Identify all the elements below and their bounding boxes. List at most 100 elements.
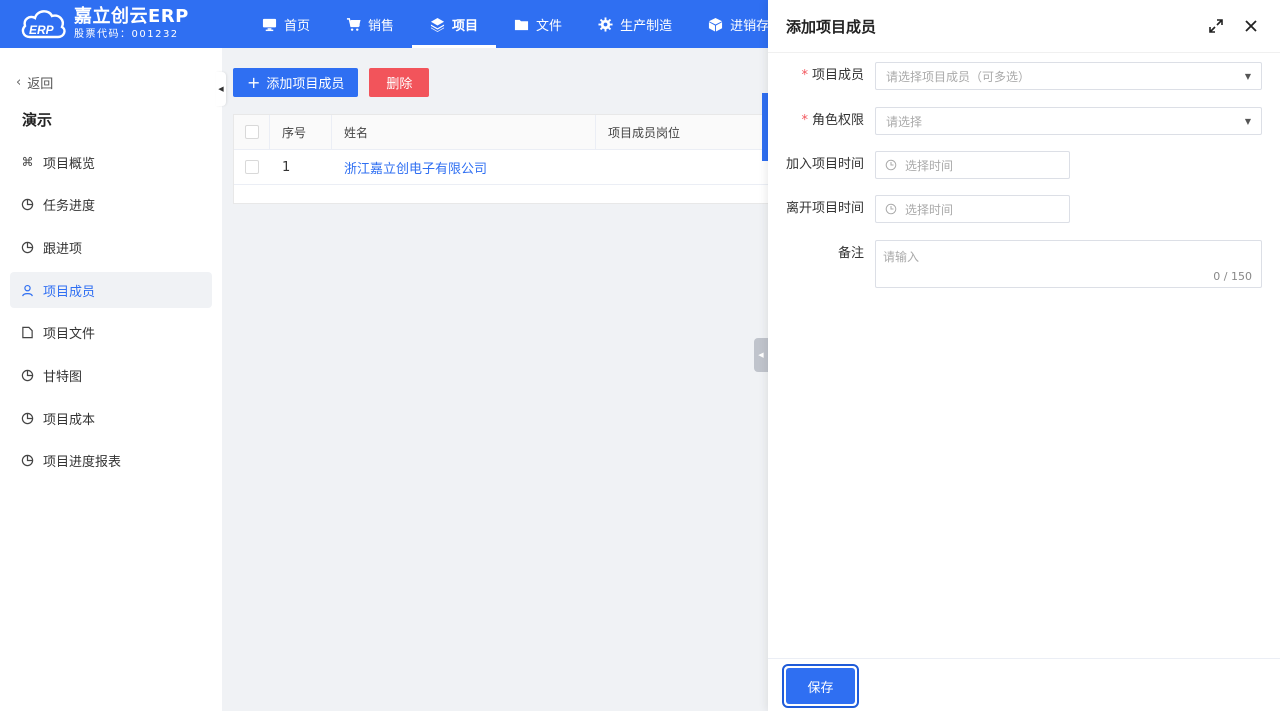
remark-placeholder: 请输入 xyxy=(883,250,920,264)
pie-icon xyxy=(21,198,34,211)
main-content: + 添加项目成员 删除 序号 姓名 项目成员岗位 1 浙江嘉立创电子有限公司 xyxy=(222,48,793,711)
pie-icon xyxy=(21,412,34,424)
chevron-left-icon: ‹ xyxy=(16,75,22,90)
brand-title: 嘉立创云ERP xyxy=(74,6,189,27)
main-nav: 首页 销售 项目 文件 生产制造 进销存 xyxy=(232,0,787,48)
brand-logo[interactable]: ERP 嘉立创云ERP 股票代码：001232 xyxy=(0,0,232,48)
caret-down-icon: ▼ xyxy=(1244,117,1251,126)
sidebar-item-overview[interactable]: ⌘ 项目概览 xyxy=(10,144,212,180)
sidebar-item-label: 项目文件 xyxy=(43,327,96,343)
remark-label: 备注 xyxy=(837,246,864,261)
role-select[interactable]: 请选择 ▼ xyxy=(875,107,1262,135)
members-field-row: * 项目成员 请选择项目成员（可多选） ▼ xyxy=(768,62,1262,90)
file-icon xyxy=(22,327,33,339)
sidebar-item-progress-report[interactable]: 项目进度报表 xyxy=(10,443,212,479)
leave-time-label: 离开项目时间 xyxy=(785,201,864,216)
cart-icon xyxy=(346,17,361,31)
nav-item-label: 生产制造 xyxy=(620,18,673,34)
expand-icon[interactable] xyxy=(1207,17,1225,35)
table-row[interactable]: 1 浙江嘉立创电子有限公司 xyxy=(234,150,792,185)
add-member-drawer: 添加项目成员 * 项目成员 请选择项目成员（可多选） ▼ * 角色权限 请选择 ▼ … xyxy=(768,0,1280,711)
row-name[interactable]: 浙江嘉立创电子有限公司 xyxy=(344,158,487,177)
remark-field-row: 备注 请输入 0 / 150 xyxy=(768,240,1262,288)
role-label: 角色权限 xyxy=(811,113,864,128)
save-label: 保存 xyxy=(786,668,855,704)
sidebar-item-label: 项目成本 xyxy=(43,412,96,428)
save-button[interactable]: 保存 xyxy=(782,664,859,708)
table-footer xyxy=(234,185,792,203)
drawer-header: 添加项目成员 xyxy=(768,0,1280,53)
nav-item-label: 首页 xyxy=(284,18,311,34)
sidebar-item-files[interactable]: 项目文件 xyxy=(10,315,212,351)
pie-icon xyxy=(21,455,34,467)
add-member-button[interactable]: + 添加项目成员 xyxy=(233,68,359,97)
members-select[interactable]: 请选择项目成员（可多选） ▼ xyxy=(875,62,1262,90)
header-no: 序号 xyxy=(270,115,332,149)
join-time-picker[interactable]: 选择时间 xyxy=(875,151,1070,179)
user-icon xyxy=(22,284,33,296)
row-no: 1 xyxy=(282,159,291,175)
sidebar-item-cost[interactable]: 项目成本 xyxy=(10,400,212,436)
remark-char-count: 0 / 150 xyxy=(1213,270,1252,283)
drawer-footer: 保存 xyxy=(768,658,1280,711)
layers-icon xyxy=(430,17,445,32)
sidebar-item-label: 项目进度报表 xyxy=(43,455,122,471)
sidebar-item-label: 任务进度 xyxy=(43,199,96,215)
nav-item-label: 项目 xyxy=(452,18,479,34)
leave-time-picker[interactable]: 选择时间 xyxy=(875,195,1070,223)
clock-icon xyxy=(885,159,897,171)
monitor-icon xyxy=(262,18,277,31)
role-placeholder: 请选择 xyxy=(886,114,923,129)
folder-icon xyxy=(514,19,529,30)
join-time-label: 加入项目时间 xyxy=(785,157,864,172)
drawer-collapse-handle[interactable]: ◀ xyxy=(754,338,768,372)
sidebar-item-members[interactable]: 项目成员 xyxy=(10,272,212,309)
sidebar-item-gantt[interactable]: 甘特图 xyxy=(10,357,212,393)
leave-time-placeholder: 选择时间 xyxy=(905,202,954,217)
leave-time-field-row: 离开项目时间 选择时间 xyxy=(768,195,1070,223)
clock-icon xyxy=(885,203,897,215)
sidebar-item-task-progress[interactable]: 任务进度 xyxy=(10,187,212,223)
row-checkbox[interactable] xyxy=(245,160,259,174)
required-mark: * xyxy=(801,68,808,83)
cloud-logo-icon: ERP xyxy=(21,10,66,39)
nav-item-label: 进销存 xyxy=(730,18,770,34)
members-label: 项目成员 xyxy=(811,68,864,83)
nav-item-home[interactable]: 首页 xyxy=(244,0,328,48)
project-title: 演示 xyxy=(22,111,53,129)
select-all-checkbox[interactable] xyxy=(245,125,259,139)
delete-button[interactable]: 删除 xyxy=(369,68,430,97)
sidebar-menu: ⌘ 项目概览 任务进度 跟进项 项目成员 项目文件 甘特图 项目成本 项目进度报… xyxy=(10,144,212,486)
nav-item-label: 销售 xyxy=(368,18,395,34)
back-link[interactable]: ‹ 返回 xyxy=(16,73,53,92)
drawer-title: 添加项目成员 xyxy=(786,17,877,36)
close-icon[interactable] xyxy=(1242,17,1260,35)
back-label: 返回 xyxy=(27,77,54,92)
row-name-link[interactable]: 浙江嘉立创电子有限公司 xyxy=(332,150,596,184)
sidebar-item-label: 甘特图 xyxy=(43,369,83,385)
remark-textarea[interactable]: 请输入 0 / 150 xyxy=(875,240,1262,288)
pie-icon xyxy=(21,369,34,382)
nav-item-files[interactable]: 文件 xyxy=(496,0,580,48)
role-field-row: * 角色权限 请选择 ▼ xyxy=(768,107,1262,135)
header-name: 姓名 xyxy=(332,115,596,149)
project-sidebar: ‹ 返回 演示 ⌘ 项目概览 任务进度 跟进项 项目成员 项目文件 甘特图 项目… xyxy=(0,48,222,711)
box-icon xyxy=(709,17,723,32)
logo-mark-text: ERP xyxy=(29,23,55,37)
join-time-field-row: 加入项目时间 选择时间 xyxy=(768,151,1070,179)
sidebar-item-label: 跟进项 xyxy=(43,241,83,257)
sidebar-item-label: 项目概览 xyxy=(43,156,96,172)
command-icon: ⌘ xyxy=(21,155,34,169)
caret-left-icon: ◀ xyxy=(758,351,764,359)
gear-icon xyxy=(598,16,613,32)
nav-item-project[interactable]: 项目 xyxy=(412,0,497,48)
members-table: 序号 姓名 项目成员岗位 1 浙江嘉立创电子有限公司 xyxy=(233,114,793,204)
nav-item-sales[interactable]: 销售 xyxy=(328,0,412,48)
plus-icon: + xyxy=(247,73,261,92)
pie-icon xyxy=(21,241,34,254)
nav-item-manufacturing[interactable]: 生产制造 xyxy=(580,0,690,48)
caret-down-icon: ▼ xyxy=(1244,72,1251,81)
join-time-placeholder: 选择时间 xyxy=(905,158,954,173)
sidebar-item-followups[interactable]: 跟进项 xyxy=(10,229,212,265)
member-toolbar: + 添加项目成员 删除 xyxy=(233,68,430,97)
